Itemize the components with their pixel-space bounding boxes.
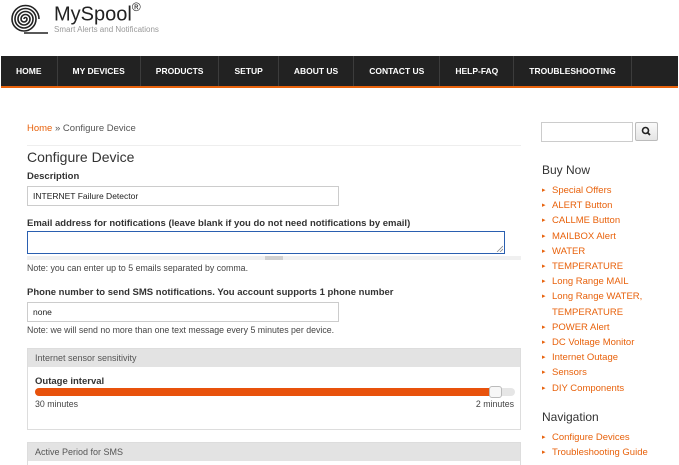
sensitivity-panel: Internet sensor sensitivity Outage inter… xyxy=(27,348,521,430)
buy-now-item[interactable]: ▸ WATER xyxy=(542,244,642,259)
brand-text: MySpool xyxy=(54,3,132,26)
nav-troubleshooting[interactable]: TROUBLESHOOTING xyxy=(514,56,632,86)
sms-label: Phone number to send SMS notifications. … xyxy=(27,287,394,298)
email-note: Note: you can enter up to 5 emails separ… xyxy=(27,263,249,273)
outage-interval-label: Outage interval xyxy=(35,376,105,387)
sensitivity-panel-title: Internet sensor sensitivity xyxy=(28,349,520,367)
resize-grip-icon[interactable] xyxy=(496,245,503,252)
slider-fill xyxy=(35,388,490,396)
search-button[interactable] xyxy=(635,122,658,141)
arrow-icon: ▸ xyxy=(542,232,546,240)
link-label: Internet Outage xyxy=(552,352,619,364)
buy-now-item[interactable]: ▸ TEMPERATURE xyxy=(542,259,642,274)
buy-now-heading: Buy Now xyxy=(542,163,591,177)
arrow-icon: ▸ xyxy=(542,354,546,362)
nav-products[interactable]: PRODUCTS xyxy=(141,56,220,86)
title-divider xyxy=(27,145,521,146)
link-label: Special Offers xyxy=(552,185,612,196)
nav-home[interactable]: HOME xyxy=(1,56,58,86)
buy-now-list: ▸ Special Offers ▸ ALERT Button ▸ CALLME Bu… xyxy=(542,183,642,396)
buy-now-item[interactable]: ▸ ALERT Button xyxy=(542,198,642,213)
navigation-heading: Navigation xyxy=(542,410,599,424)
scrollbar-thumb[interactable] xyxy=(265,256,283,260)
arrow-icon: ▸ xyxy=(542,278,546,286)
buy-now-item-continued[interactable]: TEMPERATURE xyxy=(542,305,642,320)
link-label: TEMPERATURE xyxy=(552,261,624,273)
nav-contact-us[interactable]: CONTACT US xyxy=(354,56,441,86)
arrow-icon: ▸ xyxy=(542,449,546,457)
sms-active-period-panel: Active Period for SMS xyxy=(27,442,521,465)
arrow-icon: ▸ xyxy=(542,247,546,255)
buy-now-item[interactable]: ▸ Internet Outage xyxy=(542,350,642,365)
link-label: Configure Devices xyxy=(552,432,630,443)
link-label: POWER Alert xyxy=(552,321,610,333)
buy-now-item[interactable]: ▸ CALLME Button xyxy=(542,213,642,228)
link-label: DC Voltage Monitor xyxy=(552,337,635,349)
slider-max-label: 2 minutes xyxy=(475,399,514,409)
sms-phone-input[interactable]: none xyxy=(27,302,339,322)
link-label: Long Range WATER, xyxy=(552,291,643,303)
breadcrumb-home-link[interactable]: Home xyxy=(27,123,52,134)
tagline: Smart Alerts and Notifications xyxy=(54,25,159,34)
nav-my-devices[interactable]: MY DEVICES xyxy=(58,56,141,86)
spool-logo-icon[interactable] xyxy=(4,3,48,35)
magnifier-icon xyxy=(641,126,651,136)
nav-setup[interactable]: SETUP xyxy=(219,56,279,86)
arrow-icon: ▸ xyxy=(542,202,546,210)
arrow-icon: ▸ xyxy=(542,263,546,271)
outage-interval-slider[interactable] xyxy=(35,386,515,398)
buy-now-item[interactable]: ▸ DIY Components xyxy=(542,381,642,396)
link-label: WATER xyxy=(552,245,586,257)
site-header: MySpool® Smart Alerts and Notifications xyxy=(0,0,679,56)
nav-about-us[interactable]: ABOUT US xyxy=(279,56,355,86)
breadcrumb-current: Configure Device xyxy=(62,123,136,134)
buy-now-item[interactable]: ▸ Sensors xyxy=(542,365,642,380)
arrow-icon: ▸ xyxy=(542,323,546,331)
description-input[interactable]: INTERNET Failure Detector xyxy=(27,186,339,206)
link-label: ALERT Button xyxy=(552,200,613,212)
arrow-icon: ▸ xyxy=(542,293,546,301)
link-label: Sensors xyxy=(552,367,587,379)
sms-note: Note: we will send no more than one text… xyxy=(27,325,335,335)
link-label: TEMPERATURE xyxy=(552,306,624,318)
navigation-list: ▸ Configure Devices ▸ Troubleshooting Guid… xyxy=(542,430,648,460)
link-label: DIY Components xyxy=(552,382,625,394)
brand-name[interactable]: MySpool® xyxy=(54,0,141,27)
arrow-icon: ▸ xyxy=(542,384,546,392)
arrow-icon: ▸ xyxy=(542,187,546,194)
buy-now-item[interactable]: ▸ Long Range WATER, xyxy=(542,289,642,304)
arrow-icon: ▸ xyxy=(542,369,546,377)
breadcrumb-separator: » xyxy=(54,123,61,134)
buy-now-item[interactable]: ▸ Special Offers xyxy=(542,183,642,198)
horizontal-scrollbar[interactable] xyxy=(27,256,521,260)
buy-now-item[interactable]: ▸ POWER Alert xyxy=(542,320,642,335)
buy-now-item[interactable]: ▸ Long Range MAIL xyxy=(542,274,642,289)
arrow-icon: ▸ xyxy=(542,434,546,441)
link-label: Long Range MAIL xyxy=(552,276,629,288)
email-label: Email address for notifications (leave b… xyxy=(27,218,411,229)
main-nav: HOME MY DEVICES PRODUCTS SETUP ABOUT US … xyxy=(1,56,678,88)
link-label: MAILBOX Alert xyxy=(552,230,616,242)
email-textarea[interactable] xyxy=(27,231,505,254)
slider-min-label: 30 minutes xyxy=(35,399,79,409)
arrow-icon: ▸ xyxy=(542,339,546,347)
navigation-item[interactable]: ▸ Configure Devices xyxy=(542,430,648,445)
link-label: Troubleshooting Guide xyxy=(552,447,648,459)
page-title: Configure Device xyxy=(27,149,135,165)
nav-help-faq[interactable]: HELP-FAQ xyxy=(440,56,515,86)
search-input[interactable] xyxy=(541,122,633,142)
buy-now-item[interactable]: ▸ MAILBOX Alert xyxy=(542,229,642,244)
sms-active-period-title[interactable]: Active Period for SMS xyxy=(28,443,520,461)
navigation-item[interactable]: ▸ Troubleshooting Guide xyxy=(542,445,648,460)
link-label: CALLME Button xyxy=(552,215,621,227)
breadcrumb: Home » Configure Device xyxy=(27,123,136,134)
slider-handle[interactable] xyxy=(489,386,502,398)
registered-mark: ® xyxy=(131,0,141,14)
description-label: Description xyxy=(27,171,80,182)
arrow-icon: ▸ xyxy=(542,217,546,225)
buy-now-item[interactable]: ▸ DC Voltage Monitor xyxy=(542,335,642,350)
